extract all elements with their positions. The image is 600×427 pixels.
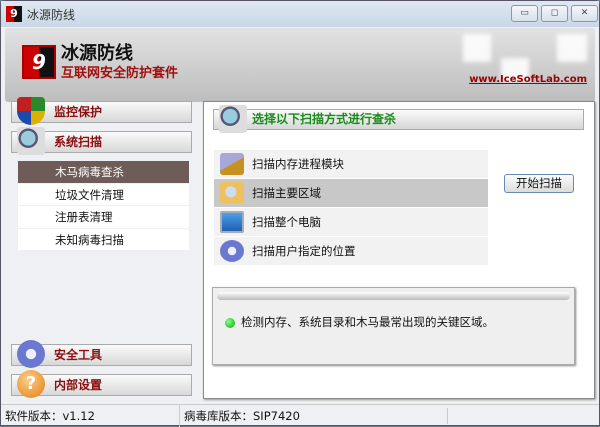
magnifier-icon — [17, 127, 45, 155]
window-title: 冰源防线 — [27, 8, 76, 22]
scan-option-custom-location[interactable]: 扫描用户指定的位置 — [214, 237, 488, 265]
close-button[interactable]: ✕ — [571, 5, 598, 22]
green-status-dot-icon — [225, 318, 235, 328]
scan-option-memory[interactable]: 扫描内存进程模块 — [214, 150, 488, 178]
computer-icon — [220, 211, 244, 233]
gear-icon — [220, 240, 244, 262]
app-window: 9 冰源防线 ▭ ◻ ✕ 9 冰源防线 互联网安全防护套件 www.IceSof… — [0, 0, 600, 427]
website-link[interactable]: www.IceSoftLab.com — [469, 74, 587, 85]
submenu-item-trojan-scan[interactable]: 木马病毒查杀 — [18, 161, 189, 184]
nav-label: 监控保护 — [54, 105, 103, 119]
software-version: 软件版本：v1.12 — [5, 409, 95, 423]
description-box-bar — [217, 292, 570, 300]
option-label: 扫描整个电脑 — [252, 215, 321, 229]
submenu-item-registry-cleanup[interactable]: 注册表清理 — [18, 206, 189, 229]
virus-db-version: 病毒库版本：SIP7420 — [179, 405, 300, 427]
folder-search-icon — [220, 182, 244, 204]
memory-chip-icon — [220, 153, 244, 175]
scan-submenu: 木马病毒查杀 垃圾文件清理 注册表清理 未知病毒扫描 — [18, 161, 189, 251]
minimize-button[interactable]: ▭ — [511, 5, 538, 22]
section-header-text: 选择以下扫描方式进行查杀 — [252, 112, 397, 126]
nav-label: 系统扫描 — [54, 135, 103, 149]
banner: 9 冰源防线 互联网安全防护套件 www.IceSoftLab.com — [5, 28, 595, 102]
submenu-item-unknown-virus-scan[interactable]: 未知病毒扫描 — [18, 228, 189, 251]
maximize-button[interactable]: ◻ — [541, 5, 568, 22]
option-label: 扫描主要区域 — [252, 186, 321, 200]
status-bar: 软件版本：v1.12 病毒库版本：SIP7420 — [1, 404, 599, 427]
section-header: 选择以下扫描方式进行查杀 — [213, 105, 584, 133]
magnifier-icon — [219, 105, 247, 133]
option-label: 扫描用户指定的位置 — [252, 244, 356, 258]
help-icon: ? — [17, 370, 45, 398]
start-scan-button[interactable]: 开始扫描 — [504, 174, 574, 193]
description-box: 检测内存、系统目录和木马最常出现的关键区域。 — [212, 287, 575, 365]
nav-system-scan[interactable]: 系统扫描 — [11, 127, 192, 155]
gear-icon — [17, 340, 45, 368]
main-panel: 选择以下扫描方式进行查杀 扫描内存进程模块 扫描主要区域 扫描整个电脑 扫描用户… — [203, 101, 595, 399]
logo: 9 — [22, 45, 56, 79]
nav-internal-settings[interactable]: ? 内部设置 — [11, 370, 192, 398]
nav-label: 内部设置 — [54, 378, 103, 392]
option-label: 扫描内存进程模块 — [252, 157, 344, 171]
nav-label: 安全工具 — [54, 348, 103, 362]
app-icon: 9 — [6, 6, 22, 22]
product-subtitle: 互联网安全防护套件 — [61, 66, 179, 81]
description-text: 检测内存、系统目录和木马最常出现的关键区域。 — [241, 315, 494, 329]
scan-option-key-areas[interactable]: 扫描主要区域 — [214, 179, 488, 207]
shield-icon — [17, 97, 45, 125]
title-bar: 9 冰源防线 ▭ ◻ ✕ — [1, 1, 599, 27]
nav-monitor-protection[interactable]: 监控保护 — [11, 97, 192, 125]
submenu-item-junk-cleanup[interactable]: 垃圾文件清理 — [18, 183, 189, 206]
nav-security-tools[interactable]: 安全工具 — [11, 340, 192, 368]
scan-option-full-computer[interactable]: 扫描整个电脑 — [214, 208, 488, 236]
